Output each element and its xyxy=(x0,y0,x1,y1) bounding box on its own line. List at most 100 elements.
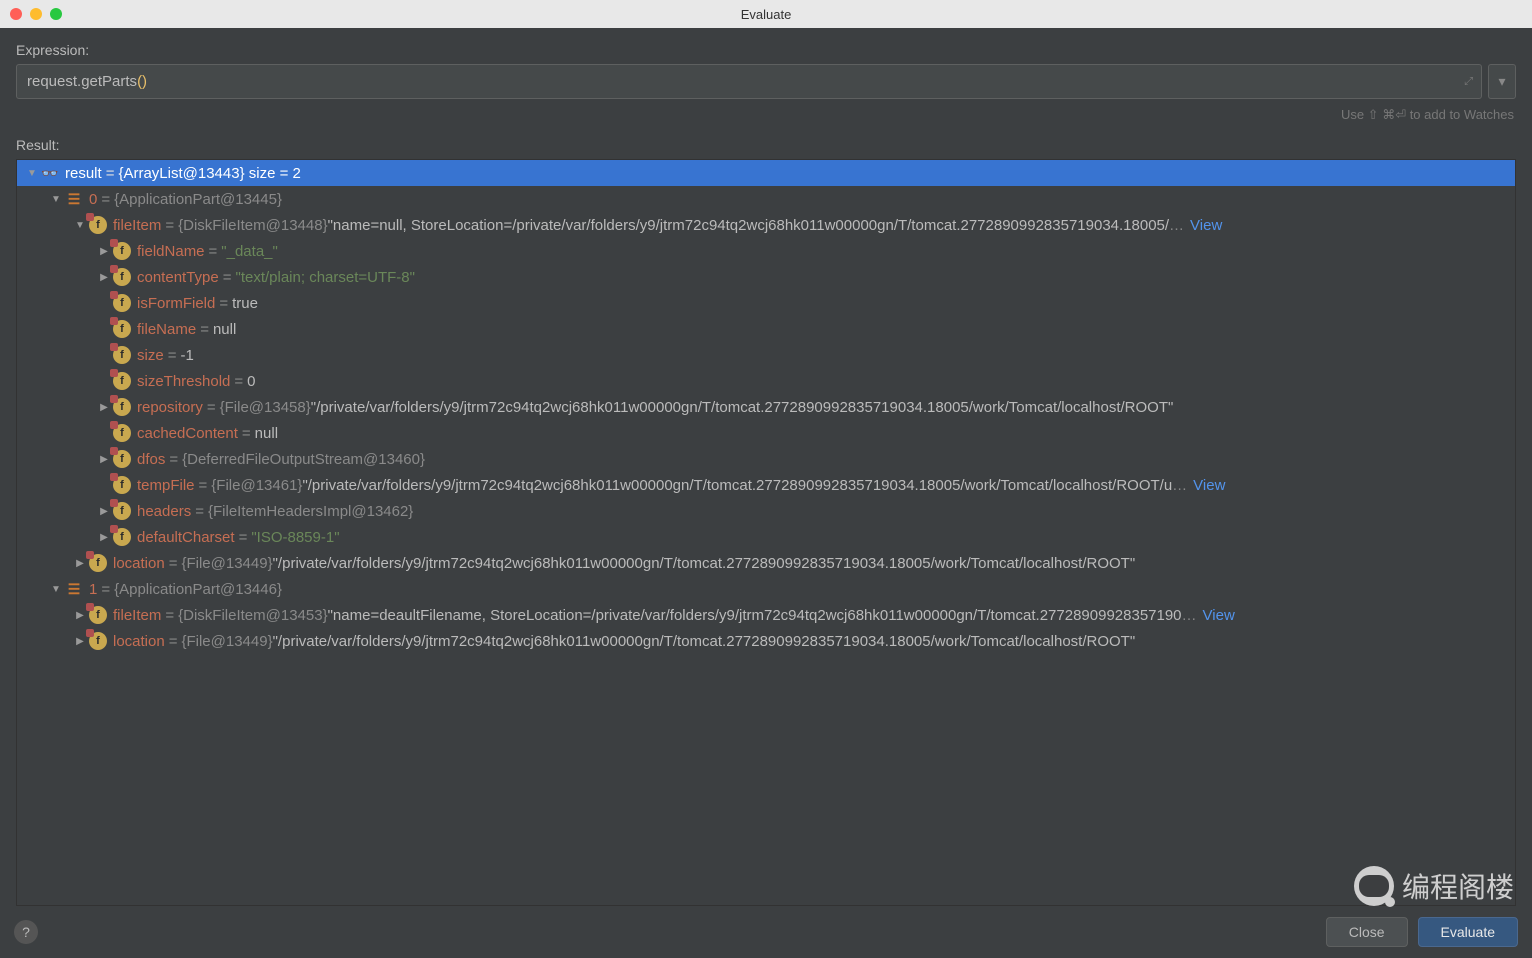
equals-sign: = xyxy=(199,477,208,494)
equals-sign: = xyxy=(101,581,110,598)
field-icon xyxy=(113,242,131,260)
chevron-right-icon[interactable]: ▶ xyxy=(73,558,87,569)
node-value: {DeferredFileOutputStream@13460} xyxy=(182,451,425,468)
chevron-right-icon[interactable]: ▶ xyxy=(97,246,111,257)
tree-row[interactable]: ▶location = {File@13449} "/private/var/f… xyxy=(17,628,1515,654)
equals-sign: = xyxy=(234,373,243,390)
node-name: cachedContent xyxy=(137,425,238,442)
chevron-right-icon[interactable]: ▶ xyxy=(97,272,111,283)
field-icon xyxy=(113,372,131,390)
node-name: fileItem xyxy=(113,217,161,234)
node-value-tail: "/private/var/folders/y9/jtrm72c94tq2wcj… xyxy=(273,555,1136,572)
chevron-down-icon[interactable]: ▼ xyxy=(49,194,63,205)
node-value: 0 xyxy=(247,373,255,390)
node-name: result xyxy=(65,165,102,182)
chevron-right-icon[interactable]: ▶ xyxy=(73,610,87,621)
field-icon xyxy=(113,320,131,338)
tree-row[interactable]: ▼☰1 = {ApplicationPart@13446} xyxy=(17,576,1515,602)
expression-history-dropdown[interactable]: ▾ xyxy=(1488,64,1516,99)
equals-sign: = xyxy=(200,321,209,338)
tree-row[interactable]: ▶ defaultCharset = "ISO-8859-1" xyxy=(17,524,1515,550)
tree-row[interactable]: ▶size = -1 xyxy=(17,342,1515,368)
chevron-right-icon[interactable]: ▶ xyxy=(97,506,111,517)
node-value: {File@13458} xyxy=(220,399,311,416)
node-name: size xyxy=(137,347,164,364)
node-value: {ArrayList@13443} size = 2 xyxy=(118,165,300,182)
node-value-tail: "/private/var/folders/y9/jtrm72c94tq2wcj… xyxy=(311,399,1174,416)
tree-row[interactable]: ▶ location = {File@13449} "/private/var/f… xyxy=(17,550,1515,576)
field-icon xyxy=(113,476,131,494)
tree-row[interactable]: ▶dfos = {DeferredFileOutputStream@13460} xyxy=(17,446,1515,472)
chevron-right-icon[interactable]: ▶ xyxy=(73,636,87,647)
node-value-tail: "name=deaultFilename, StoreLocation=/pri… xyxy=(328,607,1182,624)
tree-row[interactable]: ▶ contentType = "text/plain; charset=UTF-… xyxy=(17,264,1515,290)
view-link[interactable]: View xyxy=(1190,217,1222,234)
tree-row[interactable]: ▶fileItem = {DiskFileItem@13453} "name=d… xyxy=(17,602,1515,628)
tree-row[interactable]: ▶tempFile = {File@13461} "/private/var/f… xyxy=(17,472,1515,498)
tree-row[interactable]: ▼👓result = {ArrayList@13443} size = 2 xyxy=(17,160,1515,186)
help-button[interactable]: ? xyxy=(14,920,38,944)
array-element-icon: ☰ xyxy=(65,190,83,208)
tree-row[interactable]: ▼☰0 = {ApplicationPart@13445} xyxy=(17,186,1515,212)
chevron-right-icon[interactable]: ▶ xyxy=(97,402,111,413)
content-area: Expression: request.getParts() ⤢ ▾ Use ⇧… xyxy=(0,28,1532,906)
tree-row[interactable]: ▶repository = {File@13458} "/private/var… xyxy=(17,394,1515,420)
close-window-icon[interactable] xyxy=(10,8,22,20)
zoom-window-icon[interactable] xyxy=(50,8,62,20)
watches-hint: Use ⇧ ⌘⏎ to add to Watches xyxy=(16,99,1516,137)
field-icon xyxy=(113,528,131,546)
node-value: "text/plain; charset=UTF-8" xyxy=(236,269,415,286)
node-value: "ISO-8859-1" xyxy=(251,529,339,546)
equals-sign: = xyxy=(239,529,248,546)
ellipsis: … xyxy=(1169,217,1184,234)
tree-row[interactable]: ▶fieldName = "_data_" xyxy=(17,238,1515,264)
wechat-icon xyxy=(1354,866,1394,906)
node-value: {File@13449} xyxy=(181,555,272,572)
expression-row: request.getParts() ⤢ ▾ xyxy=(16,64,1516,99)
equals-sign: = xyxy=(169,633,178,650)
node-name: defaultCharset xyxy=(137,529,235,546)
tree-row[interactable]: ▶cachedContent = null xyxy=(17,420,1515,446)
equals-sign: = xyxy=(223,269,232,286)
node-name: fileName xyxy=(137,321,196,338)
tree-row[interactable]: ▼fileItem = {DiskFileItem@13448} "name=n… xyxy=(17,212,1515,238)
field-icon xyxy=(113,346,131,364)
node-value: {DiskFileItem@13448} xyxy=(178,217,327,234)
result-tree[interactable]: ▼👓result = {ArrayList@13443} size = 2▼☰0… xyxy=(16,159,1516,906)
node-value: {FileItemHeadersImpl@13462} xyxy=(208,503,413,520)
equals-sign: = xyxy=(169,555,178,572)
chevron-down-icon[interactable]: ▼ xyxy=(73,220,87,231)
chevron-right-icon[interactable]: ▶ xyxy=(97,532,111,543)
watermark: 编程阁楼 xyxy=(1354,866,1514,906)
watch-icon: 👓 xyxy=(41,164,59,182)
chevron-down-icon[interactable]: ▼ xyxy=(25,168,39,179)
node-name: sizeThreshold xyxy=(137,373,230,390)
node-value: -1 xyxy=(180,347,193,364)
node-name: contentType xyxy=(137,269,219,286)
node-name: dfos xyxy=(137,451,165,468)
equals-sign: = xyxy=(207,399,216,416)
tree-row[interactable]: ▶isFormField = true xyxy=(17,290,1515,316)
node-name: isFormField xyxy=(137,295,215,312)
node-value-tail: "name=null, StoreLocation=/private/var/f… xyxy=(328,217,1169,234)
equals-sign: = xyxy=(101,191,110,208)
expression-input[interactable]: request.getParts() ⤢ xyxy=(16,64,1482,99)
expand-icon[interactable]: ⤢ xyxy=(1464,75,1473,88)
tree-row[interactable]: ▶headers = {FileItemHeadersImpl@13462} xyxy=(17,498,1515,524)
view-link[interactable]: View xyxy=(1203,607,1235,624)
expression-label: Expression: xyxy=(16,42,1516,58)
view-link[interactable]: View xyxy=(1193,477,1225,494)
minimize-window-icon[interactable] xyxy=(30,8,42,20)
node-name: fileItem xyxy=(113,607,161,624)
expression-text: request.getParts() xyxy=(27,73,147,90)
tree-row[interactable]: ▶sizeThreshold = 0 xyxy=(17,368,1515,394)
evaluate-button[interactable]: Evaluate xyxy=(1418,917,1518,947)
close-button[interactable]: Close xyxy=(1326,917,1408,947)
node-name: location xyxy=(113,555,165,572)
chevron-right-icon[interactable]: ▶ xyxy=(97,454,111,465)
equals-sign: = xyxy=(209,243,218,260)
node-value: {DiskFileItem@13453} xyxy=(178,607,327,624)
titlebar: Evaluate xyxy=(0,0,1532,28)
chevron-down-icon[interactable]: ▼ xyxy=(49,584,63,595)
tree-row[interactable]: ▶fileName = null xyxy=(17,316,1515,342)
